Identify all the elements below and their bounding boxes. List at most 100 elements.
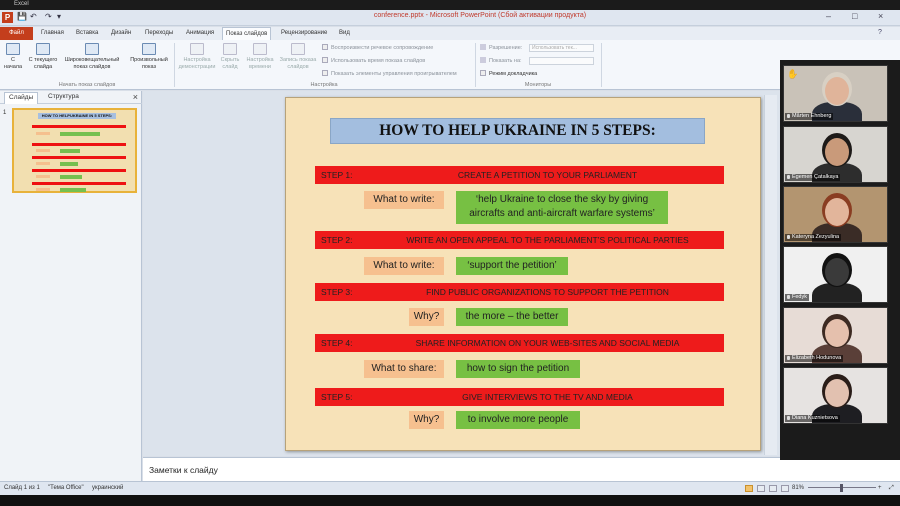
participant-name-text: Mårten Ehnberg <box>792 113 832 119</box>
tab-slides[interactable]: Слайды <box>4 92 39 104</box>
thumb-label <box>36 175 50 178</box>
tab-review[interactable]: Рецензирование <box>278 27 330 40</box>
monitor-icon <box>480 44 486 50</box>
normal-view-icon[interactable] <box>745 485 753 492</box>
powerpoint-logo-icon[interactable]: P <box>2 12 13 23</box>
broadcast-slide-show-button[interactable]: Широковещательный показ слайдов <box>62 43 122 71</box>
tab-slide-show[interactable]: Показ слайдов <box>222 27 272 40</box>
custom-slide-show-button[interactable]: Произвольный показ <box>127 43 171 71</box>
step-1-answer-line1: ‘help Ukraine to close the sky by giving <box>475 194 649 205</box>
close-button[interactable]: × <box>878 11 883 21</box>
slide-sorter-icon[interactable] <box>757 485 765 492</box>
from-beginning-button[interactable]: С начала <box>3 43 23 71</box>
step-2-bar[interactable]: STEP 2: WRITE AN OPEN APPEAL TO THE PARL… <box>315 231 724 249</box>
minimize-button[interactable]: – <box>826 11 831 21</box>
participant-tile[interactable]: Egemen Çatalkaya <box>783 126 888 183</box>
participant-tile[interactable]: Elizabeth Hodunova <box>783 307 888 364</box>
notes-pane[interactable]: Заметки к слайду <box>143 457 900 481</box>
zoom-level[interactable]: 81% <box>792 485 804 491</box>
step-5-answer[interactable]: to involve more people <box>456 411 580 429</box>
step-1-label[interactable]: What to write: <box>364 191 444 209</box>
resolution-dropdown[interactable]: Использовать тек... <box>529 44 594 52</box>
title-bar: P 💾 ↶ ↷ ▾ conference.pptx - Microsoft Po… <box>0 10 900 26</box>
step-1-bar[interactable]: STEP 1: CREATE A PETITION TO YOUR PARLIA… <box>315 166 724 184</box>
reading-view-icon[interactable] <box>769 485 777 492</box>
tab-file[interactable]: Файл <box>0 27 33 40</box>
restore-button[interactable]: □ <box>852 11 857 21</box>
step-3-answer[interactable]: the more – the better <box>456 308 568 326</box>
from-current-slide-button[interactable]: С текущего слайда <box>28 43 58 71</box>
tab-transitions[interactable]: Переходы <box>142 27 176 40</box>
hide-slide-button[interactable]: Скрыть слайд <box>218 43 242 71</box>
step-3-label[interactable]: Why? <box>409 308 444 326</box>
participant-name: Fedyk <box>785 294 809 301</box>
resolution-label-text: Разрешение: <box>489 45 523 51</box>
step-4-label[interactable]: What to share: <box>364 360 444 378</box>
setup-label: Настройка демонстрации <box>178 57 216 70</box>
show-media-controls-checkbox[interactable]: Показать элементы управления проигрывате… <box>322 70 457 77</box>
raised-hand-icon: ✋ <box>787 69 799 79</box>
step-5-bar[interactable]: STEP 5: GIVE INTERVIEWS TO THE TV AND ME… <box>315 388 724 406</box>
quick-access-dropdown-icon[interactable]: ▾ <box>57 12 61 21</box>
vertical-scrollbar[interactable] <box>764 95 777 455</box>
tab-outline[interactable]: Структура <box>44 92 83 104</box>
use-timings-checkbox[interactable]: Использовать время показа слайдов <box>322 57 425 64</box>
hide-slide-icon <box>223 43 237 55</box>
save-icon[interactable]: 💾 <box>17 12 27 21</box>
step-4-number: STEP 4: <box>321 338 353 348</box>
thumb-step-bar <box>32 156 126 159</box>
slide-title[interactable]: HOW TO HELP UKRAINE IN 5 STEPS: <box>330 118 705 144</box>
thumb-answer <box>60 149 80 153</box>
thumb-answer <box>60 132 100 136</box>
custom-show-icon <box>142 43 156 55</box>
theme-name: "Тема Office" <box>48 485 84 491</box>
zoom-in-icon[interactable]: + <box>878 485 882 491</box>
slide-editing-area[interactable]: HOW TO HELP UKRAINE IN 5 STEPS: STEP 1: … <box>143 91 780 456</box>
step-5-label[interactable]: Why? <box>409 411 444 429</box>
group-monitors-label: Мониторы <box>524 82 552 88</box>
os-top-bar: Excel <box>0 0 900 10</box>
step-2-answer[interactable]: ‘support the petition’ <box>456 257 568 275</box>
tab-insert[interactable]: Вставка <box>73 27 101 40</box>
step-3-bar[interactable]: STEP 3: FIND PUBLIC ORGANIZATIONS TO SUP… <box>315 283 724 301</box>
redo-icon[interactable]: ↷ <box>45 12 52 21</box>
slideshow-view-icon[interactable] <box>781 485 789 492</box>
checkbox-icon <box>322 70 328 76</box>
tab-home[interactable]: Главная <box>38 27 67 40</box>
pane-tabs: Слайды Структура × <box>0 92 142 104</box>
participant-face <box>825 258 849 286</box>
tab-design[interactable]: Дизайн <box>108 27 134 40</box>
setup-slide-show-button[interactable]: Настройка демонстрации <box>176 43 218 71</box>
show-on-dropdown[interactable] <box>529 57 594 65</box>
rehearse-timings-button[interactable]: Настройка времени <box>244 43 276 71</box>
slide-canvas[interactable]: HOW TO HELP UKRAINE IN 5 STEPS: STEP 1: … <box>285 97 761 451</box>
participant-tile[interactable]: Kateryna Zezyulina <box>783 186 888 243</box>
powerpoint-window: Excel P 💾 ↶ ↷ ▾ conference.pptx - Micros… <box>0 0 900 506</box>
tab-view[interactable]: Вид <box>336 27 353 40</box>
from-current-label: С текущего слайда <box>28 57 58 70</box>
thumb-label <box>36 162 50 165</box>
close-pane-icon[interactable]: × <box>133 92 138 102</box>
ribbon: С начала С текущего слайда Широковещател… <box>0 40 900 90</box>
help-icon[interactable]: ? <box>878 29 882 36</box>
step-2-label[interactable]: What to write: <box>364 257 444 275</box>
zoom-slider-thumb[interactable] <box>840 484 843 492</box>
participant-name-text: Diana Kuznietsova <box>792 415 838 421</box>
language-indicator[interactable]: украинский <box>92 485 123 491</box>
record-slide-show-button[interactable]: Запись показа слайдов <box>278 43 318 71</box>
thumb-step-bar <box>32 169 126 172</box>
fit-to-window-icon[interactable]: ⤢ <box>889 485 894 492</box>
tab-animations[interactable]: Анимация <box>183 27 217 40</box>
slide-thumbnail[interactable]: HOW TO HELPUKRAINE IN 5 STEPS: <box>12 108 137 193</box>
undo-icon[interactable]: ↶ <box>30 12 37 21</box>
step-1-answer[interactable]: ‘help Ukraine to close the sky by giving… <box>456 191 668 224</box>
presenter-view-checkbox[interactable]: Режим докладчика <box>480 70 537 77</box>
broadcast-label: Широковещательный показ слайдов <box>64 57 120 70</box>
play-narrations-checkbox[interactable]: Воспроизвести речевое сопровождение <box>322 44 433 51</box>
step-4-bar[interactable]: STEP 4: SHARE INFORMATION ON YOUR WEB-SI… <box>315 334 724 352</box>
step-4-answer[interactable]: how to sign the petition <box>456 360 580 378</box>
participant-tile[interactable]: Diana Kuznietsova <box>783 367 888 424</box>
participant-tile[interactable]: Mårten Ehnberg ✋ <box>783 65 888 122</box>
notes-placeholder[interactable]: Заметки к слайду <box>149 465 218 475</box>
participant-tile[interactable]: Fedyk <box>783 246 888 303</box>
